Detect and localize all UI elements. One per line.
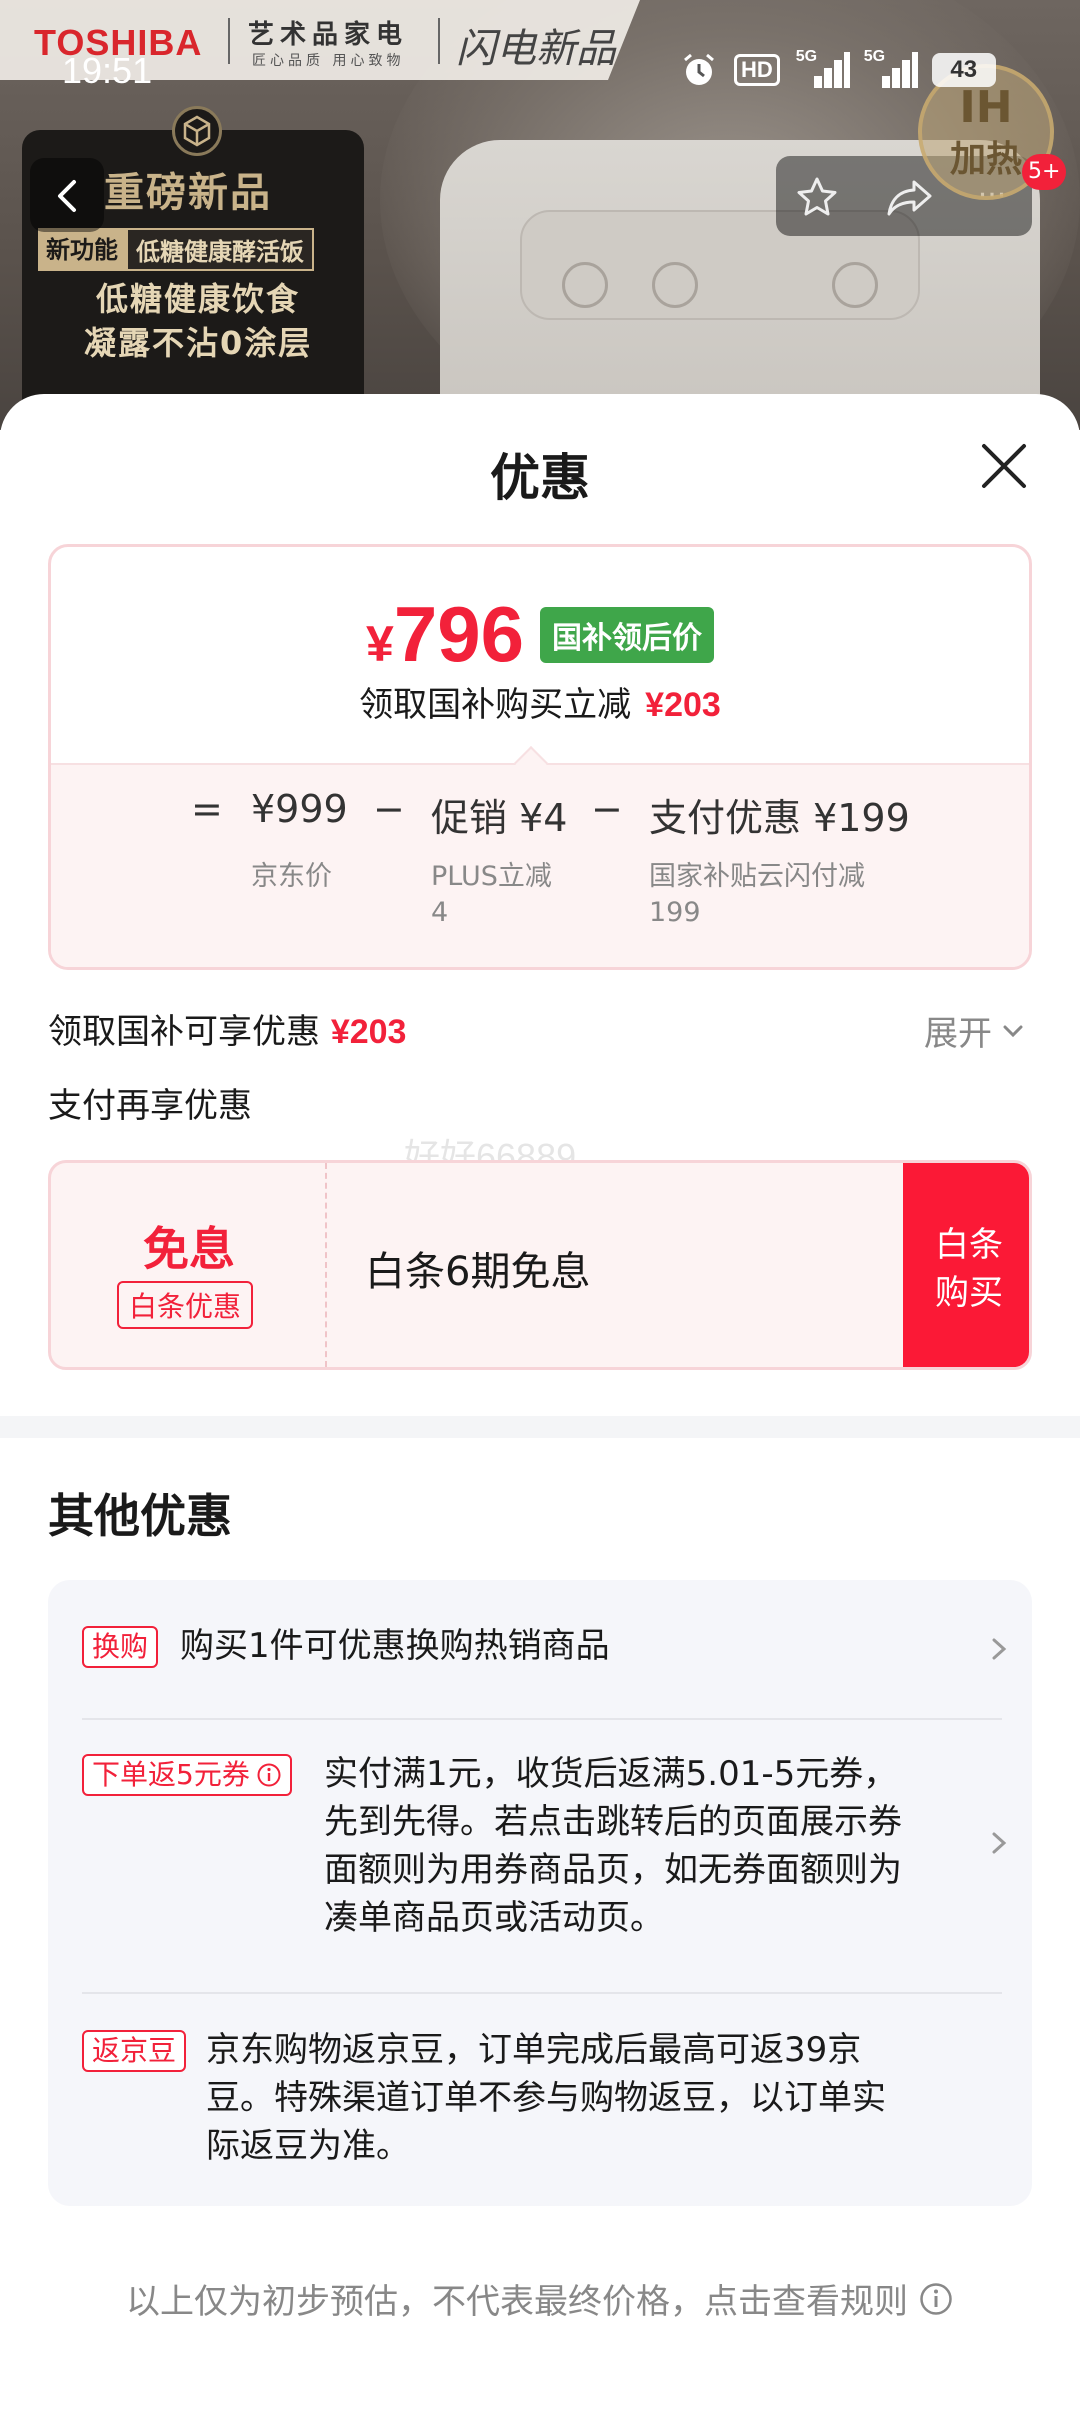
- discount-text: 京东购物返京豆，订单完成后最高可返39京 豆。特殊渠道订单不参与购物返豆，以订单…: [206, 2026, 886, 2170]
- subsidy-reduction-amount: ¥203: [645, 686, 721, 724]
- final-price-row: ¥796 国补领后价: [51, 589, 1029, 680]
- info-icon[interactable]: [256, 1762, 282, 1788]
- discount-text-line: 面额则为用券商品页，如无券面额则为: [324, 1850, 902, 1890]
- jd-price-label: 京东价: [251, 861, 332, 892]
- discount-text-line: 实付满1元，收货后返满5.01-5元券，: [324, 1754, 898, 1794]
- price-breakdown-card: ¥796 国补领后价 领取国补购买立减 ¥203 = ¥999 − 促销 ¥4 …: [48, 544, 1032, 970]
- item-divider: [82, 1992, 1002, 1994]
- discount-tag: 下单返5元券: [82, 1754, 292, 1796]
- promo-label: PLUS立减 4: [431, 859, 552, 931]
- subsidy-reduction-text: 领取国补购买立减: [359, 685, 632, 725]
- buy-label-line2: 购买: [935, 1273, 1003, 1313]
- other-discount-item-trade-in[interactable]: 换购 购买1件可优惠换购热销商品: [82, 1626, 1007, 1686]
- jd-price: ¥999: [251, 787, 348, 831]
- discount-tag: 换购: [82, 1626, 159, 1668]
- signal-icon: 5G: [796, 48, 850, 88]
- subsidy-price-tag: 国补领后价: [539, 606, 714, 663]
- rules-footnote[interactable]: 以上仅为初步预估，不代表最终价格，点击查看规则: [0, 2274, 1080, 2323]
- promo-line1: 低糖健康饮食: [96, 280, 301, 318]
- discount-text: 购买1件可优惠换购热销商品: [180, 1622, 610, 1670]
- cube-icon: [172, 106, 222, 156]
- coupon-small-tag: 白条优惠: [117, 1281, 254, 1329]
- pay-label-line1: 国家补贴云闪付减: [649, 861, 865, 892]
- section-divider: [0, 1416, 1080, 1438]
- alarm-icon: [684, 53, 714, 85]
- promo-label-line2: 4: [431, 897, 449, 928]
- promo-tag-new-feature: 新功能: [38, 228, 126, 271]
- final-price-value: 796: [393, 590, 524, 678]
- expand-button[interactable]: 展开: [924, 1006, 1026, 1055]
- subsidy-reduction-row: 领取国补购买立减 ¥203: [51, 677, 1029, 726]
- pay-discount-label: 国家补贴云闪付减 199: [649, 859, 865, 931]
- discount-text: 实付满1元，收货后返满5.01-5元券， 先到先得。若点击跳转后的页面展示券 面…: [324, 1750, 902, 1942]
- subsidy-benefit-amount: ¥203: [330, 1013, 407, 1051]
- pay-discount-amount: 支付优惠 ¥199: [649, 796, 910, 840]
- discount-text-line: 际返豆为准。: [206, 2126, 410, 2166]
- promo-label-line1: PLUS立减: [431, 861, 552, 892]
- signal-icon: 5G: [864, 48, 918, 88]
- currency-symbol: ¥: [366, 616, 394, 672]
- other-discount-item-coupon-return[interactable]: 下单返5元券 实付满1元，收货后返满5.01-5元券， 先到先得。若点击跳转后的…: [82, 1754, 1007, 1954]
- discount-text-line: 凑单商品页或活动页。: [324, 1898, 664, 1938]
- signal-label: 5G: [863, 48, 886, 65]
- battery-icon: 43: [931, 53, 996, 87]
- close-button[interactable]: [974, 436, 1034, 496]
- coupon-big-text: 免息: [143, 1222, 235, 1276]
- promo-tag-feature: 低糖健康酵活饭: [126, 228, 314, 271]
- status-bar: 19:51 HD 5G 5G 43: [0, 0, 1080, 100]
- equals-sign: =: [191, 787, 223, 831]
- footnote-text: 以上仅为初步预估，不代表最终价格，点击查看规则: [126, 2282, 908, 2322]
- back-button[interactable]: [30, 158, 104, 232]
- discount-text-line: 京东购物返京豆，订单完成后最高可返39京: [206, 2030, 862, 2070]
- sheet-title: 优惠: [490, 449, 590, 507]
- pay-label-line2: 199: [649, 897, 701, 928]
- minus-sign: −: [373, 787, 405, 831]
- discount-tag-label: 下单返5元券: [92, 1758, 250, 1791]
- signal-label: 5G: [795, 48, 818, 65]
- other-discounts-title: 其他优惠: [48, 1489, 232, 1543]
- discount-text-line: 豆。特殊渠道订单不参与购物返豆，以订单实: [206, 2078, 886, 2118]
- discount-text-line: 先到先得。若点击跳转后的页面展示券: [324, 1802, 902, 1842]
- subsidy-benefit-row: 领取国补可享优惠 ¥203: [48, 1004, 406, 1053]
- chevron-down-icon: [1003, 1025, 1023, 1037]
- discount-sheet: 优惠 ¥796 国补领后价 领取国补购买立减 ¥203 = ¥999 − 促销 …: [0, 394, 1080, 2412]
- promo-amount: 促销 ¥4: [431, 796, 568, 840]
- hd-icon: HD: [734, 54, 780, 86]
- chevron-right-icon: [992, 1638, 1007, 1660]
- discount-tag: 返京豆: [82, 2030, 187, 2072]
- close-icon: [982, 444, 1026, 488]
- installment-coupon[interactable]: 免息 白条优惠 白条6期免息 白条 购买: [48, 1160, 1032, 1370]
- other-discount-item-jingdou: 返京豆 京东购物返京豆，订单完成后最高可返39京 豆。特殊渠道订单不参与购物返豆…: [82, 2030, 1002, 2180]
- expand-label: 展开: [924, 1014, 992, 1054]
- other-discounts-card: 换购 购买1件可优惠换购热销商品 下单返5元券 实付满1元，收货后返满5.01-…: [48, 1580, 1032, 2206]
- message-count-badge: 5+: [1022, 154, 1067, 190]
- subsidy-benefit-text: 领取国补可享优惠: [48, 1012, 320, 1052]
- promo-tag-row: 新功能 低糖健康酵活饭: [38, 228, 314, 271]
- coupon-description: 白条6期免息: [365, 1249, 591, 1295]
- coupon-left-section: 免息 白条优惠: [51, 1163, 327, 1367]
- star-icon[interactable]: [794, 174, 840, 220]
- status-icons: HD 5G 5G 43: [680, 48, 996, 92]
- final-price: ¥796: [366, 589, 524, 680]
- info-icon: [920, 2282, 952, 2315]
- baitiao-buy-button[interactable]: 白条 购买: [903, 1163, 1029, 1367]
- discount-text-line: 购买1件可优惠换购热销商品: [180, 1626, 610, 1666]
- status-time: 19:51: [62, 50, 153, 91]
- chevron-right-icon: [992, 1832, 1007, 1854]
- minus-sign: −: [591, 787, 623, 831]
- chevron-left-icon: [58, 180, 76, 212]
- item-divider: [82, 1718, 1002, 1720]
- promo-line2: 凝露不沾0涂层: [84, 324, 313, 362]
- promo-title: 重磅新品: [104, 170, 272, 216]
- buy-label-line1: 白条: [935, 1225, 1003, 1265]
- pay-benefit-label: 支付再享优惠: [48, 1086, 252, 1126]
